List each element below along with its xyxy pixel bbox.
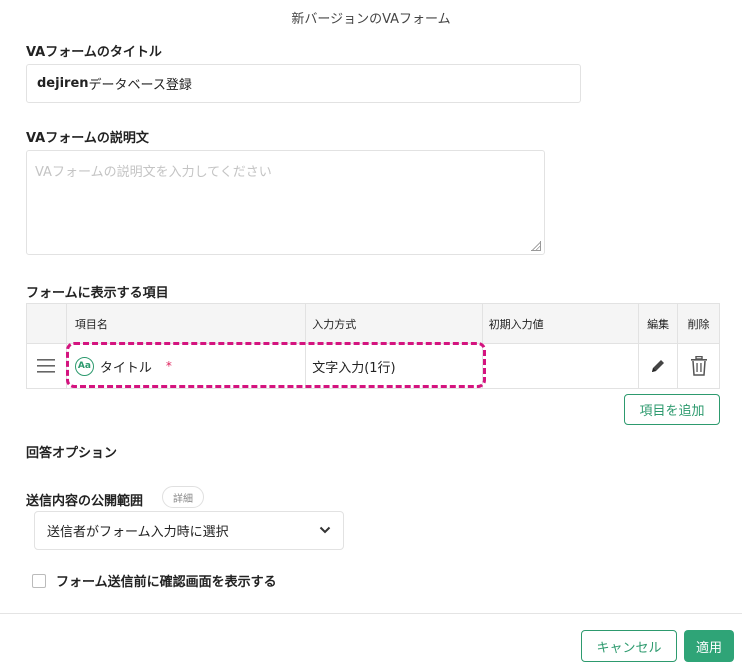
detail-badge[interactable]: 詳細 — [162, 486, 204, 508]
trash-icon[interactable] — [678, 344, 719, 388]
item-method: 文字入力(1行) — [306, 344, 483, 388]
apply-button[interactable]: 適用 — [684, 630, 734, 662]
footer-divider — [0, 613, 742, 614]
answer-options-label: 回答オプション — [26, 446, 118, 461]
scope-select[interactable]: 送信者がフォーム入力時に選択 — [34, 511, 344, 550]
form-title-value-rest: データベース登録 — [88, 78, 192, 93]
add-item-button[interactable]: 項目を追加 — [624, 394, 720, 425]
items-table: 項目名 入力方式 初期入力値 編集 削除 Aa タイトル * 文字入力(1行) — [26, 303, 720, 389]
drag-handle-icon[interactable] — [27, 344, 67, 388]
item-name-cell: Aa タイトル * — [67, 344, 307, 388]
table-row: Aa タイトル * 文字入力(1行) — [27, 344, 719, 388]
form-title-input[interactable]: dejiren データベース登録 — [26, 64, 581, 103]
header-initial: 初期入力値 — [483, 304, 640, 343]
header-handle — [27, 304, 67, 343]
header-delete: 削除 — [687, 317, 710, 331]
description-label: VAフォームの説明文 — [26, 131, 149, 146]
dialog-title: 新バージョンのVAフォーム — [291, 12, 451, 27]
table-header: 項目名 入力方式 初期入力値 編集 削除 — [27, 304, 719, 344]
required-mark: * — [165, 359, 172, 373]
header-method: 入力方式 — [306, 304, 483, 343]
form-title-value-bold: dejiren — [37, 76, 89, 91]
scope-select-value: 送信者がフォーム入力時に選択 — [47, 525, 229, 540]
confirm-screen-option[interactable]: フォーム送信前に確認画面を表示する — [32, 571, 277, 590]
header-edit: 編集 — [639, 304, 679, 343]
item-initial — [483, 344, 640, 388]
item-name: タイトル — [99, 360, 152, 376]
confirm-checkbox[interactable] — [32, 573, 46, 588]
description-placeholder: VAフォームの説明文を入力してください — [35, 165, 272, 180]
confirm-checkbox-label: フォーム送信前に確認画面を表示する — [56, 575, 277, 590]
resize-grip-icon[interactable] — [531, 241, 541, 251]
form-title-label: VAフォームのタイトル — [26, 45, 162, 60]
scope-label: 送信内容の公開範囲 — [26, 494, 144, 509]
cancel-button[interactable]: キャンセル — [581, 630, 677, 662]
edit-pencil-icon[interactable] — [639, 344, 679, 388]
items-label: フォームに表示する項目 — [26, 286, 169, 301]
text-type-icon: Aa — [74, 356, 94, 376]
description-textarea[interactable]: VAフォームの説明文を入力してください — [26, 150, 545, 255]
chevron-down-icon — [319, 523, 331, 538]
header-name: 項目名 — [67, 304, 307, 343]
